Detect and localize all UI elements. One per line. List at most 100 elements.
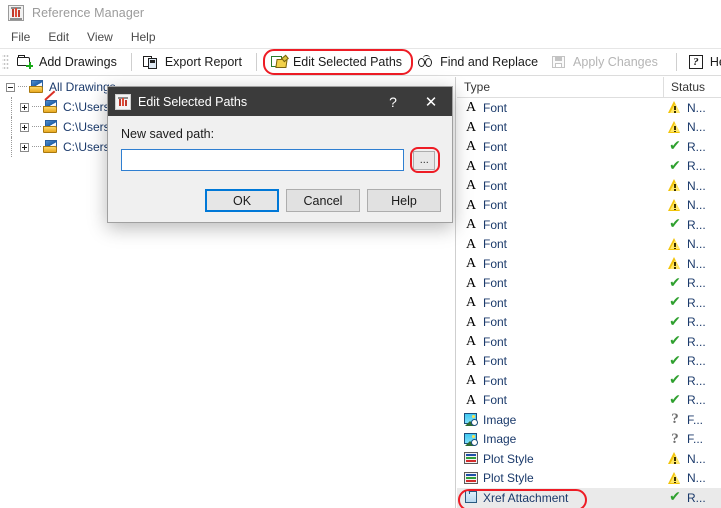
cell-status: N... bbox=[664, 237, 721, 252]
menu-item-file[interactable]: File bbox=[2, 28, 39, 46]
column-header-status[interactable]: Status bbox=[664, 77, 721, 98]
toolbar-grip[interactable] bbox=[2, 53, 9, 71]
drawing-icon bbox=[43, 120, 59, 134]
edit-selected-paths-dialog: Edit Selected Paths ? ✕ New saved path: … bbox=[107, 86, 453, 223]
font-icon: A bbox=[465, 100, 477, 116]
table-row[interactable]: A Font N... bbox=[457, 235, 721, 255]
cell-type-label: Font bbox=[483, 373, 508, 388]
cell-status: R... bbox=[664, 315, 721, 330]
table-row[interactable]: A Font R... bbox=[457, 313, 721, 333]
find-and-replace-button[interactable]: Find and Replace bbox=[413, 50, 546, 74]
cell-type-label: Font bbox=[483, 159, 508, 174]
table-row[interactable]: A Font R... bbox=[457, 371, 721, 391]
cell-status: F... bbox=[664, 432, 721, 447]
cell-status-label: R... bbox=[687, 334, 706, 349]
table-row[interactable]: A Font R... bbox=[457, 332, 721, 352]
table-row[interactable]: A Font R... bbox=[457, 293, 721, 313]
font-icon: A bbox=[465, 373, 477, 389]
dialog-title: Edit Selected Paths bbox=[138, 94, 248, 109]
table-row[interactable]: A Font N... bbox=[457, 254, 721, 274]
table-row[interactable]: Plot Style N... bbox=[457, 449, 721, 469]
cell-type: A Font bbox=[457, 276, 664, 291]
cell-type-label: Font bbox=[483, 276, 508, 291]
cancel-button[interactable]: Cancel bbox=[286, 189, 360, 212]
cell-type: A Font bbox=[457, 315, 664, 330]
cell-status-label: N... bbox=[687, 471, 706, 486]
list-body: A Font N... A Font N... A Font R... A Font R... A Fon… bbox=[457, 98, 721, 508]
cell-type: A Font bbox=[457, 120, 664, 135]
table-row[interactable]: A Font N... bbox=[457, 118, 721, 138]
toolbar-separator-2 bbox=[255, 53, 257, 71]
font-icon: A bbox=[465, 256, 477, 272]
cell-type: A Font bbox=[457, 334, 664, 349]
close-icon[interactable]: ✕ bbox=[410, 87, 452, 116]
cell-status: R... bbox=[664, 276, 721, 291]
cell-status-label: R... bbox=[687, 139, 706, 154]
cell-type-label: Font bbox=[483, 354, 508, 369]
edit-selected-paths-button[interactable]: Edit Selected Paths bbox=[262, 49, 414, 75]
dialog-help-button[interactable]: Help bbox=[367, 189, 441, 212]
tree-connector bbox=[32, 106, 41, 108]
cell-type: A Font bbox=[457, 295, 664, 310]
find-and-replace-label: Find and Replace bbox=[440, 55, 539, 69]
cell-type: Plot Style bbox=[457, 451, 664, 466]
cell-status: R... bbox=[664, 159, 721, 174]
cell-status-label: R... bbox=[687, 354, 706, 369]
font-icon: A bbox=[465, 236, 477, 252]
menu-item-edit[interactable]: Edit bbox=[39, 28, 78, 46]
cell-type-label: Font bbox=[483, 198, 508, 213]
cell-type-label: Font bbox=[483, 393, 508, 408]
cell-type-label: Font bbox=[483, 237, 508, 252]
menu-item-view[interactable]: View bbox=[78, 28, 122, 46]
apply-changes-label: Apply Changes bbox=[573, 55, 658, 69]
table-row[interactable]: A Font N... bbox=[457, 176, 721, 196]
table-row[interactable]: Plot Style N... bbox=[457, 469, 721, 489]
expand-icon[interactable] bbox=[20, 102, 29, 112]
tree-guide-line bbox=[11, 117, 13, 137]
expand-icon[interactable] bbox=[20, 142, 29, 152]
browse-button-wrap: ... bbox=[409, 147, 440, 173]
ok-button[interactable]: OK bbox=[205, 189, 279, 212]
edit-selected-paths-label: Edit Selected Paths bbox=[292, 55, 403, 69]
dialog-button-row: OK Cancel Help bbox=[108, 189, 454, 212]
cell-type: Plot Style bbox=[457, 471, 664, 486]
check-icon bbox=[667, 393, 683, 408]
table-row[interactable]: A Font R... bbox=[457, 137, 721, 157]
check-icon bbox=[667, 139, 683, 154]
table-row[interactable]: A Font R... bbox=[457, 157, 721, 177]
table-row[interactable]: Image F... bbox=[457, 410, 721, 430]
add-drawings-button[interactable]: Add Drawings bbox=[12, 50, 125, 74]
new-saved-path-input[interactable] bbox=[121, 149, 404, 171]
table-row[interactable]: Xref Attachment R... bbox=[457, 488, 721, 508]
references-list-panel[interactable]: Type Status AFontN...AFontN...AFontR...A… bbox=[457, 77, 721, 508]
window-title: Reference Manager bbox=[32, 6, 145, 20]
cell-type-label: Font bbox=[483, 139, 508, 154]
cell-status: R... bbox=[664, 139, 721, 154]
folder-add-icon bbox=[17, 54, 34, 70]
help-button[interactable]: ? Help bbox=[683, 50, 721, 74]
collapse-icon[interactable] bbox=[6, 82, 15, 92]
cell-type-label: Font bbox=[483, 315, 508, 330]
browse-button[interactable]: ... bbox=[413, 150, 436, 170]
table-row[interactable]: A Font R... bbox=[457, 352, 721, 372]
export-report-label: Export Report bbox=[164, 55, 242, 69]
tree-item-label: All Drawings bbox=[49, 80, 116, 94]
table-row[interactable]: A Font N... bbox=[457, 98, 721, 118]
table-row[interactable]: Image F... bbox=[457, 430, 721, 450]
export-report-button[interactable]: Export Report bbox=[138, 50, 250, 74]
font-icon: A bbox=[465, 197, 477, 213]
expand-icon[interactable] bbox=[20, 122, 29, 132]
table-row[interactable]: A Font R... bbox=[457, 274, 721, 294]
check-icon bbox=[667, 295, 683, 310]
table-row[interactable]: A Font N... bbox=[457, 196, 721, 216]
dialog-help-icon[interactable]: ? bbox=[376, 87, 410, 116]
check-icon bbox=[667, 490, 683, 505]
cell-status: R... bbox=[664, 334, 721, 349]
drawings-folder-icon bbox=[29, 80, 45, 94]
column-header-type[interactable]: Type bbox=[457, 77, 664, 98]
menu-item-help[interactable]: Help bbox=[122, 28, 165, 46]
font-icon: A bbox=[465, 178, 477, 194]
table-row[interactable]: A Font R... bbox=[457, 391, 721, 411]
font-icon: A bbox=[465, 353, 477, 369]
table-row[interactable]: A Font R... bbox=[457, 215, 721, 235]
